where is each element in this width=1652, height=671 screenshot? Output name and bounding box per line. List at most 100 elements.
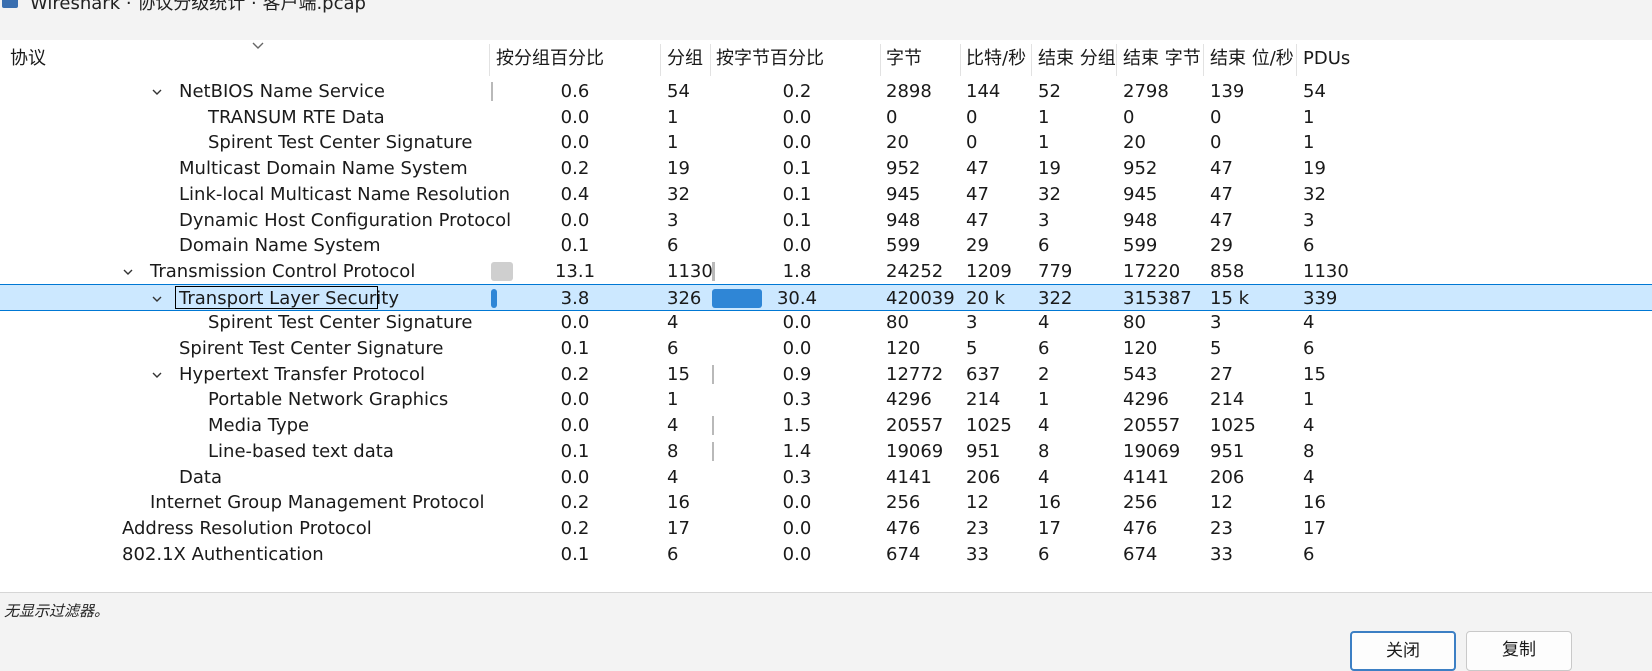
table-row[interactable]: Link-local Multicast Name Resolution 0.4 3… xyxy=(0,181,1652,208)
end-bytes: 476 xyxy=(1123,517,1158,539)
bits-per-second: 206 xyxy=(966,466,1001,488)
byte-count: 256 xyxy=(886,492,921,514)
column-divider[interactable] xyxy=(1031,44,1032,76)
end-packets: 6 xyxy=(1038,543,1050,565)
pdu-count: 6 xyxy=(1303,338,1315,359)
protocol-name: Line-based text data xyxy=(208,440,394,462)
end-packets: 19 xyxy=(1038,158,1061,180)
column-header-end-bytes[interactable]: 结束 字节 xyxy=(1123,46,1201,72)
byte-percent: 1.4 xyxy=(782,440,812,462)
column-header-end-bps[interactable]: 结束 位/秒 xyxy=(1210,46,1294,72)
bits-per-second: 637 xyxy=(966,363,1001,385)
column-divider[interactable] xyxy=(1296,44,1297,76)
packet-count: 4 xyxy=(667,312,679,334)
table-row[interactable]: Address Resolution Protocol 0.2 17 0.0 476 23… xyxy=(0,515,1652,542)
table-row[interactable]: 802.1X Authentication 0.1 6 0.0 674 33 6 674 33 6 xyxy=(0,541,1652,568)
focus-outline xyxy=(175,285,378,309)
column-header-bytes[interactable]: 字节 xyxy=(886,46,922,72)
column-divider[interactable] xyxy=(710,44,711,76)
packet-percent-bar xyxy=(491,261,513,281)
table-row[interactable]: Hypertext Transfer Protocol 0.2 15 0.9 12772… xyxy=(0,361,1652,388)
table-row[interactable]: Spirent Test Center Signature 0.1 6 0.0 120 5… xyxy=(0,335,1652,362)
table-row[interactable]: Data 0.0 4 0.3 4141 206 4 4141 206 4 xyxy=(0,464,1652,491)
end-bits-per-second: 0 xyxy=(1210,106,1222,128)
protocol-name: Spirent Test Center Signature xyxy=(208,312,473,334)
pdu-count: 19 xyxy=(1303,158,1326,180)
packet-percent: 0.2 xyxy=(560,158,590,180)
column-divider[interactable] xyxy=(489,44,490,76)
packet-percent: 0.0 xyxy=(560,312,590,334)
table-row[interactable]: Media Type 0.0 4 1.5 20557 1025 4 20557 1025 4 xyxy=(0,412,1652,439)
table-row[interactable]: TRANSUM RTE Data 0.0 1 0.0 0 0 1 0 0 1 xyxy=(0,104,1652,131)
packet-percent: 0.1 xyxy=(560,235,590,257)
packet-percent: 0.0 xyxy=(560,132,590,154)
bits-per-second: 47 xyxy=(966,158,989,180)
end-bytes: 17220 xyxy=(1123,260,1181,282)
byte-count: 4141 xyxy=(886,466,932,488)
column-header-byte-pct[interactable]: 按字节百分比 xyxy=(716,46,824,72)
byte-percent: 0.0 xyxy=(782,338,812,359)
protocol-name: Address Resolution Protocol xyxy=(122,517,372,539)
table-row[interactable]: Transmission Control Protocol 13.1 1130 1.8… xyxy=(0,258,1652,285)
byte-percent-bar xyxy=(712,416,714,436)
table-row[interactable]: Line-based text data 0.1 8 1.4 19069 951 8 1906… xyxy=(0,438,1652,465)
end-bits-per-second: 5 xyxy=(1210,338,1222,359)
bits-per-second: 0 xyxy=(966,132,978,154)
protocol-name: TRANSUM RTE Data xyxy=(208,106,385,128)
column-header-protocol[interactable]: 协议 xyxy=(10,46,46,72)
end-bytes: 674 xyxy=(1123,543,1158,565)
end-bytes: 19069 xyxy=(1123,440,1181,462)
end-packets: 1 xyxy=(1038,106,1050,128)
table-row[interactable]: Multicast Domain Name System 0.2 19 0.1 952 4… xyxy=(0,155,1652,182)
end-bytes: 952 xyxy=(1123,158,1158,180)
end-bytes: 945 xyxy=(1123,183,1158,205)
table-row[interactable]: Transport Layer Security 3.8 326 30.4 420039… xyxy=(0,283,1652,311)
column-divider[interactable] xyxy=(880,44,881,76)
end-packets: 4 xyxy=(1038,415,1050,437)
packet-count: 6 xyxy=(667,338,679,359)
column-header-pdus[interactable]: PDUs xyxy=(1303,46,1350,72)
end-bytes: 4296 xyxy=(1123,389,1169,411)
end-bits-per-second: 15 k xyxy=(1210,287,1250,309)
column-divider[interactable] xyxy=(1116,44,1117,76)
chevron-down-icon[interactable] xyxy=(152,87,162,97)
protocol-hierarchy-table[interactable]: 协议 按分组百分比 分组 按字节百分比 字节 比特/秒 结束 分组 结束 字节 结束 位/秒 PD… xyxy=(0,40,1652,593)
table-row[interactable]: Spirent Test Center Signature 0.0 4 0.0 80 3 4… xyxy=(0,309,1652,336)
table-row[interactable]: Domain Name System 0.1 6 0.0 599 29 6 599 29 6 xyxy=(0,232,1652,259)
bits-per-second: 20 k xyxy=(966,287,1006,309)
byte-count: 420039 xyxy=(886,287,955,309)
protocol-name: Spirent Test Center Signature xyxy=(179,338,444,359)
table-row[interactable]: Spirent Test Center Signature 0.0 1 0.0 20 0 1… xyxy=(0,129,1652,156)
table-row[interactable]: Portable Network Graphics 0.0 1 0.3 4296 214 1… xyxy=(0,386,1652,413)
byte-percent: 0.3 xyxy=(782,466,812,488)
end-bits-per-second: 3 xyxy=(1210,312,1222,334)
column-divider[interactable] xyxy=(1203,44,1204,76)
column-header-packets[interactable]: 分组 xyxy=(667,46,703,72)
column-divider[interactable] xyxy=(660,44,661,76)
table-row[interactable]: Internet Group Management Protocol 0.2 16 0… xyxy=(0,489,1652,516)
copy-button[interactable]: 复制 xyxy=(1466,631,1572,671)
end-bits-per-second: 951 xyxy=(1210,440,1245,462)
byte-percent-bar xyxy=(712,441,714,461)
chevron-down-icon[interactable] xyxy=(123,267,133,277)
packet-percent: 0.0 xyxy=(560,389,590,411)
close-button[interactable]: 关闭 xyxy=(1350,631,1456,671)
pdu-count: 1 xyxy=(1303,132,1315,154)
column-header-end-pkts[interactable]: 结束 分组 xyxy=(1038,46,1116,72)
pdu-count: 3 xyxy=(1303,209,1315,231)
column-header-pkt-pct[interactable]: 按分组百分比 xyxy=(496,46,604,72)
bits-per-second: 0 xyxy=(966,106,978,128)
title-bar: Wireshark · 协议分级统计 · 客户端.pcap xyxy=(0,0,1652,18)
chevron-down-icon[interactable] xyxy=(152,294,162,304)
table-row[interactable]: Dynamic Host Configuration Protocol 0.0 3 0… xyxy=(0,207,1652,234)
chevron-down-icon[interactable] xyxy=(152,370,162,380)
column-header-bps[interactable]: 比特/秒 xyxy=(966,46,1026,72)
end-packets: 3 xyxy=(1038,209,1050,231)
table-row[interactable]: NetBIOS Name Service 0.6 54 0.2 2898 144 52 279… xyxy=(0,78,1652,105)
column-divider[interactable] xyxy=(960,44,961,76)
packet-count: 19 xyxy=(667,158,690,180)
packet-count: 8 xyxy=(667,440,679,462)
packet-count: 1130 xyxy=(667,260,713,282)
packet-count: 3 xyxy=(667,209,679,231)
protocol-name: Multicast Domain Name System xyxy=(179,158,468,180)
